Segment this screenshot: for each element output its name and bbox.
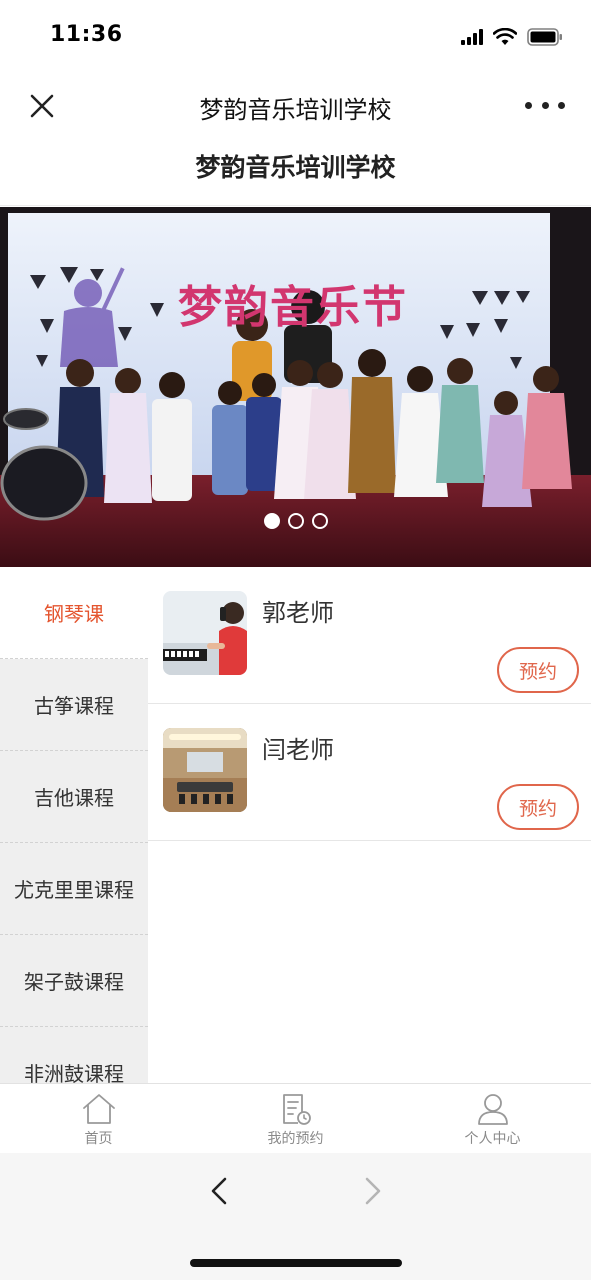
back-arrow-icon[interactable] <box>202 1173 238 1209</box>
status-icons <box>461 26 563 48</box>
status-bar: 11:36 <box>0 0 591 70</box>
nav-bar: 梦韵音乐培训学校 <box>0 70 591 140</box>
booking-icon <box>282 1094 311 1125</box>
teacher-photo <box>163 591 247 675</box>
status-time: 11:36 <box>50 22 123 47</box>
sidebar-item-djembe[interactable]: 非洲鼓课程 <box>0 1027 148 1083</box>
forward-arrow-icon[interactable] <box>354 1173 390 1209</box>
browser-toolbar <box>0 1153 591 1280</box>
banner-sign-text: 梦韵音乐节 <box>178 282 408 333</box>
carousel-dot[interactable] <box>263 513 280 529</box>
course-sidebar: 钢琴课 古筝课程 吉他课程 尤克里里课程 架子鼓课程 非洲鼓课程 <box>0 567 148 1083</box>
teacher-list: 郭老师 预约 闫老师 预约 <box>148 567 591 1083</box>
tab-my-bookings[interactable]: 我的预约 <box>197 1084 394 1153</box>
teacher-photo <box>163 728 247 812</box>
more-options-icon[interactable] <box>525 92 565 118</box>
cellular-signal-icon <box>461 29 483 45</box>
book-button[interactable]: 预约 <box>497 647 579 693</box>
book-button[interactable]: 预约 <box>497 784 579 830</box>
tab-home[interactable]: 首页 <box>0 1084 197 1153</box>
page-header: 梦韵音乐培训学校 <box>0 140 591 206</box>
battery-icon <box>527 28 562 46</box>
sidebar-item-drum-kit[interactable]: 架子鼓课程 <box>0 935 148 1027</box>
tab-profile[interactable]: 个人中心 <box>394 1084 591 1153</box>
list-item[interactable]: 郭老师 预约 <box>148 567 591 704</box>
home-icon <box>82 1094 115 1124</box>
teacher-name: 闫老师 <box>262 736 334 764</box>
sidebar-item-ukulele[interactable]: 尤克里里课程 <box>0 843 148 935</box>
carousel-dot[interactable] <box>287 513 304 529</box>
tab-label: 首页 <box>84 1131 113 1147</box>
user-icon <box>477 1094 508 1125</box>
carousel-dots <box>0 513 591 529</box>
tab-label: 我的预约 <box>267 1131 324 1147</box>
sidebar-item-piano[interactable]: 钢琴课 <box>0 567 148 659</box>
banner-carousel[interactable]: 梦韵音乐节 <box>0 207 591 567</box>
wifi-icon <box>493 28 517 45</box>
course-content: 钢琴课 古筝课程 吉他课程 尤克里里课程 架子鼓课程 非洲鼓课程 郭老师 预约 <box>0 567 591 1083</box>
list-item[interactable]: 闫老师 预约 <box>148 704 591 841</box>
nav-title: 梦韵音乐培训学校 <box>199 96 392 124</box>
home-indicator[interactable] <box>190 1259 402 1267</box>
tab-label: 个人中心 <box>464 1131 521 1147</box>
sidebar-item-guzheng[interactable]: 古筝课程 <box>0 659 148 751</box>
tab-bar: 首页 我的预约 个人中心 <box>0 1083 591 1153</box>
page-title: 梦韵音乐培训学校 <box>195 153 396 182</box>
teacher-name: 郭老师 <box>262 599 334 627</box>
carousel-dot[interactable] <box>311 513 328 529</box>
sidebar-item-guitar[interactable]: 吉他课程 <box>0 751 148 843</box>
